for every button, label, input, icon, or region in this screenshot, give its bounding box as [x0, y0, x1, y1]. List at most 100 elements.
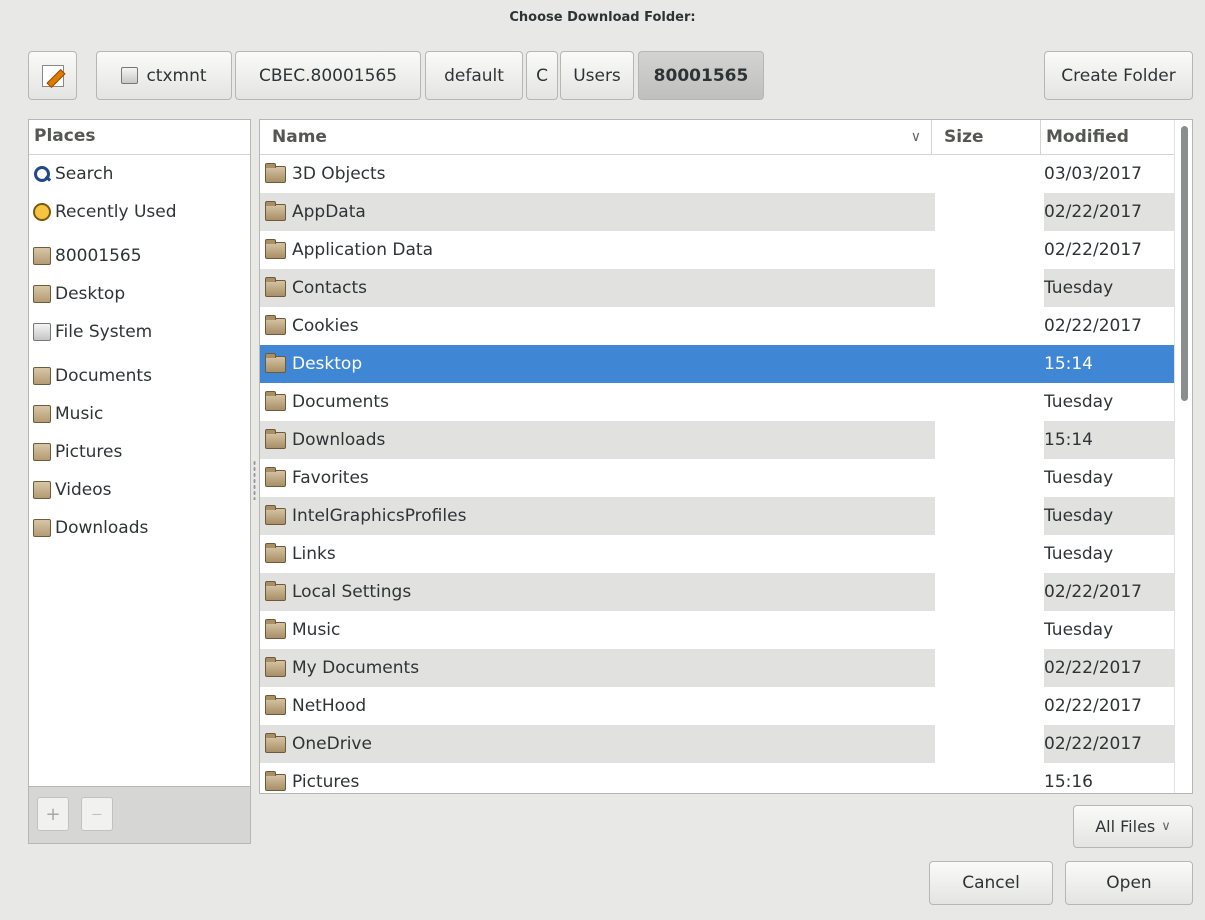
- pane-splitter-handle[interactable]: [253, 460, 256, 500]
- file-name-cell: Application Data: [265, 231, 433, 269]
- sidebar-item-recently-used[interactable]: Recently Used: [29, 193, 250, 231]
- path-crumb-c[interactable]: C: [526, 51, 558, 100]
- file-name: 3D Objects: [292, 164, 386, 184]
- folder-icon: [265, 314, 286, 335]
- file-modified: Tuesday: [1044, 620, 1114, 640]
- file-row[interactable]: Favorites Tuesday: [260, 459, 1176, 497]
- file-modified: 02/22/2017: [1044, 240, 1142, 260]
- folder-icon: [265, 390, 286, 411]
- path-crumb-users[interactable]: Users: [560, 51, 634, 100]
- cancel-button[interactable]: Cancel: [929, 861, 1053, 905]
- file-list: Name ∨ Size Modified 3D Objects 03/03/201…: [259, 119, 1193, 794]
- sidebar-item-label: Videos: [55, 480, 112, 500]
- scrollbar-thumb[interactable]: [1181, 126, 1188, 401]
- add-bookmark-button[interactable]: +: [37, 797, 69, 831]
- open-button[interactable]: Open: [1065, 861, 1193, 905]
- file-modified: 02/22/2017: [1044, 582, 1142, 602]
- file-name: Downloads: [292, 430, 386, 450]
- folder-icon: [265, 694, 286, 715]
- file-row[interactable]: Pictures 15:16: [260, 763, 1176, 793]
- file-row[interactable]: Documents Tuesday: [260, 383, 1176, 421]
- size-cell: [935, 307, 1044, 345]
- path-crumb-ctxmnt[interactable]: ctxmnt: [96, 51, 232, 100]
- edit-location-button[interactable]: [28, 51, 77, 100]
- size-cell: [935, 573, 1044, 611]
- file-row[interactable]: Application Data 02/22/2017: [260, 231, 1176, 269]
- sort-chevron-down-icon: ∨: [910, 129, 921, 145]
- file-modified: 03/03/2017: [1044, 164, 1142, 184]
- videos-folder-icon: [33, 481, 51, 499]
- sidebar-item-label: Desktop: [55, 284, 126, 304]
- file-modified: 15:14: [1044, 430, 1093, 450]
- file-row[interactable]: NetHood 02/22/2017: [260, 687, 1176, 725]
- file-row[interactable]: Contacts Tuesday: [260, 269, 1176, 307]
- places-sidebar: Places Search Recently Used 80001565 Deskto…: [28, 119, 251, 787]
- folder-icon: [265, 428, 286, 449]
- drive-icon: [121, 67, 139, 84]
- file-row[interactable]: Music Tuesday: [260, 611, 1176, 649]
- path-crumb-cbec[interactable]: CBEC.80001565: [235, 51, 421, 100]
- create-folder-button[interactable]: Create Folder: [1044, 51, 1193, 100]
- file-row[interactable]: My Documents 02/22/2017: [260, 649, 1176, 687]
- file-list-scrollbar[interactable]: [1174, 120, 1192, 793]
- desktop-folder-icon: [33, 285, 51, 303]
- path-crumb-80001565[interactable]: 80001565: [638, 51, 764, 100]
- size-cell: [935, 383, 1044, 421]
- sidebar-item-videos[interactable]: Videos: [29, 471, 250, 509]
- size-cell: [935, 725, 1044, 763]
- file-row[interactable]: Local Settings 02/22/2017: [260, 573, 1176, 611]
- file-row[interactable]: Cookies 02/22/2017: [260, 307, 1176, 345]
- column-header-name[interactable]: Name ∨: [260, 120, 931, 155]
- sidebar-item-pictures[interactable]: Pictures: [29, 433, 250, 471]
- size-cell: [935, 763, 1044, 793]
- filter-label: All Files: [1095, 817, 1156, 836]
- file-modified: 02/22/2017: [1044, 316, 1142, 336]
- size-cell: [935, 231, 1044, 269]
- file-name: AppData: [292, 202, 366, 222]
- column-header-modified[interactable]: Modified: [1040, 120, 1176, 155]
- size-cell: [935, 193, 1044, 231]
- sidebar-item-80001565[interactable]: 80001565: [29, 237, 250, 275]
- file-row[interactable]: AppData 02/22/2017: [260, 193, 1176, 231]
- file-name: Favorites: [292, 468, 369, 488]
- path-crumb-default[interactable]: default: [425, 51, 523, 100]
- sidebar-item-desktop[interactable]: Desktop: [29, 275, 250, 313]
- sidebar-item-downloads[interactable]: Downloads: [29, 509, 250, 547]
- size-cell: [935, 535, 1044, 573]
- places-header: Places: [29, 120, 250, 155]
- sidebar-item-music[interactable]: Music: [29, 395, 250, 433]
- file-row[interactable]: 3D Objects 03/03/2017: [260, 155, 1176, 193]
- file-list-header: Name ∨ Size Modified: [260, 120, 1176, 155]
- column-name-label: Name: [272, 127, 327, 147]
- pencil-icon: [41, 64, 64, 87]
- file-name-cell: Documents: [265, 383, 389, 421]
- sidebar-item-file-system[interactable]: File System: [29, 313, 250, 351]
- size-cell: [935, 459, 1044, 497]
- sidebar-item-documents[interactable]: Documents: [29, 357, 250, 395]
- file-name: NetHood: [292, 696, 367, 716]
- folder-icon: [265, 770, 286, 791]
- file-row[interactable]: IntelGraphicsProfiles Tuesday: [260, 497, 1176, 535]
- sidebar-item-label: Search: [55, 164, 114, 184]
- sidebar-item-label: 80001565: [55, 246, 142, 266]
- remove-bookmark-button[interactable]: —: [81, 797, 113, 831]
- file-row[interactable]: Downloads 15:14: [260, 421, 1176, 459]
- file-row[interactable]: Links Tuesday: [260, 535, 1176, 573]
- downloads-folder-icon: [33, 519, 51, 537]
- folder-icon: [265, 732, 286, 753]
- file-modified: 02/22/2017: [1044, 734, 1142, 754]
- folder-icon: [265, 542, 286, 563]
- documents-folder-icon: [33, 367, 51, 385]
- file-name-cell: Favorites: [265, 459, 369, 497]
- sidebar-item-label: Documents: [55, 366, 152, 386]
- sidebar-item-search[interactable]: Search: [29, 155, 250, 193]
- folder-icon: [265, 200, 286, 221]
- column-header-size[interactable]: Size: [931, 120, 1040, 155]
- sidebar-item-label: Pictures: [55, 442, 123, 462]
- size-cell: [935, 611, 1044, 649]
- file-row[interactable]: OneDrive 02/22/2017: [260, 725, 1176, 763]
- file-row[interactable]: Desktop 15:14: [260, 345, 1176, 383]
- clock-icon: [33, 203, 51, 221]
- file-type-filter[interactable]: All Files ∨: [1073, 805, 1193, 848]
- file-name-cell: My Documents: [265, 649, 419, 687]
